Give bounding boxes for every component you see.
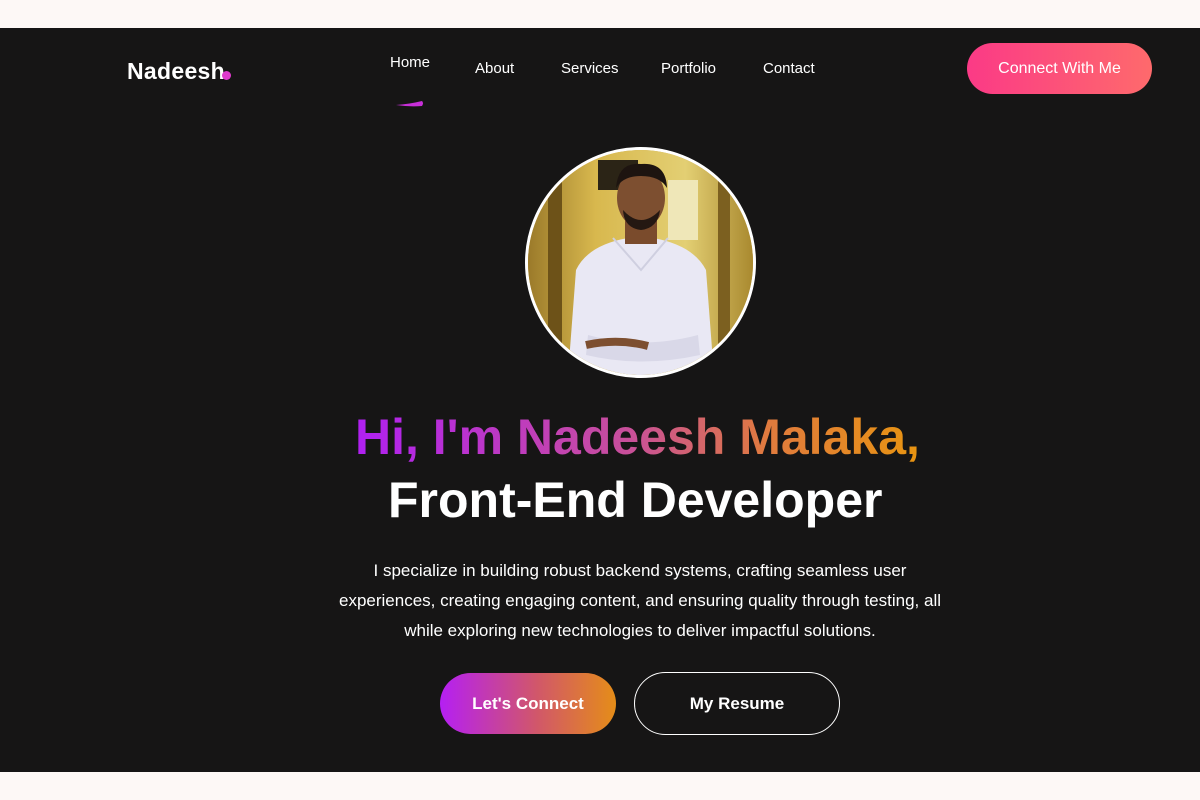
my-resume-button[interactable]: My Resume: [634, 672, 840, 735]
connect-with-me-button[interactable]: Connect With Me: [967, 43, 1152, 94]
top-navigation: Nadeesh Home About Services Portfolio Co…: [0, 28, 1200, 108]
site-logo[interactable]: Nadeesh: [127, 58, 234, 85]
nav-item-label: About: [475, 60, 515, 77]
nav-item-label: Contact: [763, 60, 815, 77]
description-line: I specialize in building robust backend …: [373, 561, 907, 580]
greeting-text: Hi, I'm Nadeesh Malaka,: [355, 408, 925, 466]
hero-description: I specialize in building robust backend …: [300, 556, 980, 646]
role-headline: Front-End Developer: [388, 472, 883, 528]
nav-item-label: Services: [561, 60, 619, 77]
nav-item-about[interactable]: About: [475, 60, 514, 77]
hero-section: Nadeesh Home About Services Portfolio Co…: [0, 28, 1200, 772]
nav-item-portfolio[interactable]: Portfolio: [661, 60, 716, 77]
lets-connect-button[interactable]: Let's Connect: [440, 673, 616, 734]
greeting-headline: Hi, I'm Nadeesh Malaka,: [355, 408, 925, 472]
nav-item-services[interactable]: Services: [561, 60, 619, 77]
description-line: experiences, creating engaging content, …: [338, 591, 941, 610]
description-line: while exploring new technologies to deli…: [404, 621, 876, 640]
logo-dot-icon: [221, 71, 231, 80]
nav-item-contact[interactable]: Contact: [763, 60, 815, 77]
nav-item-label: Home: [390, 54, 431, 71]
nav-item-label: Portfolio: [661, 60, 717, 77]
profile-photo: [528, 150, 753, 375]
logo-text: Nadeesh: [127, 58, 225, 84]
avatar: [525, 147, 756, 378]
active-underline-icon: [396, 101, 423, 107]
nav-item-home[interactable]: Home: [390, 54, 431, 107]
